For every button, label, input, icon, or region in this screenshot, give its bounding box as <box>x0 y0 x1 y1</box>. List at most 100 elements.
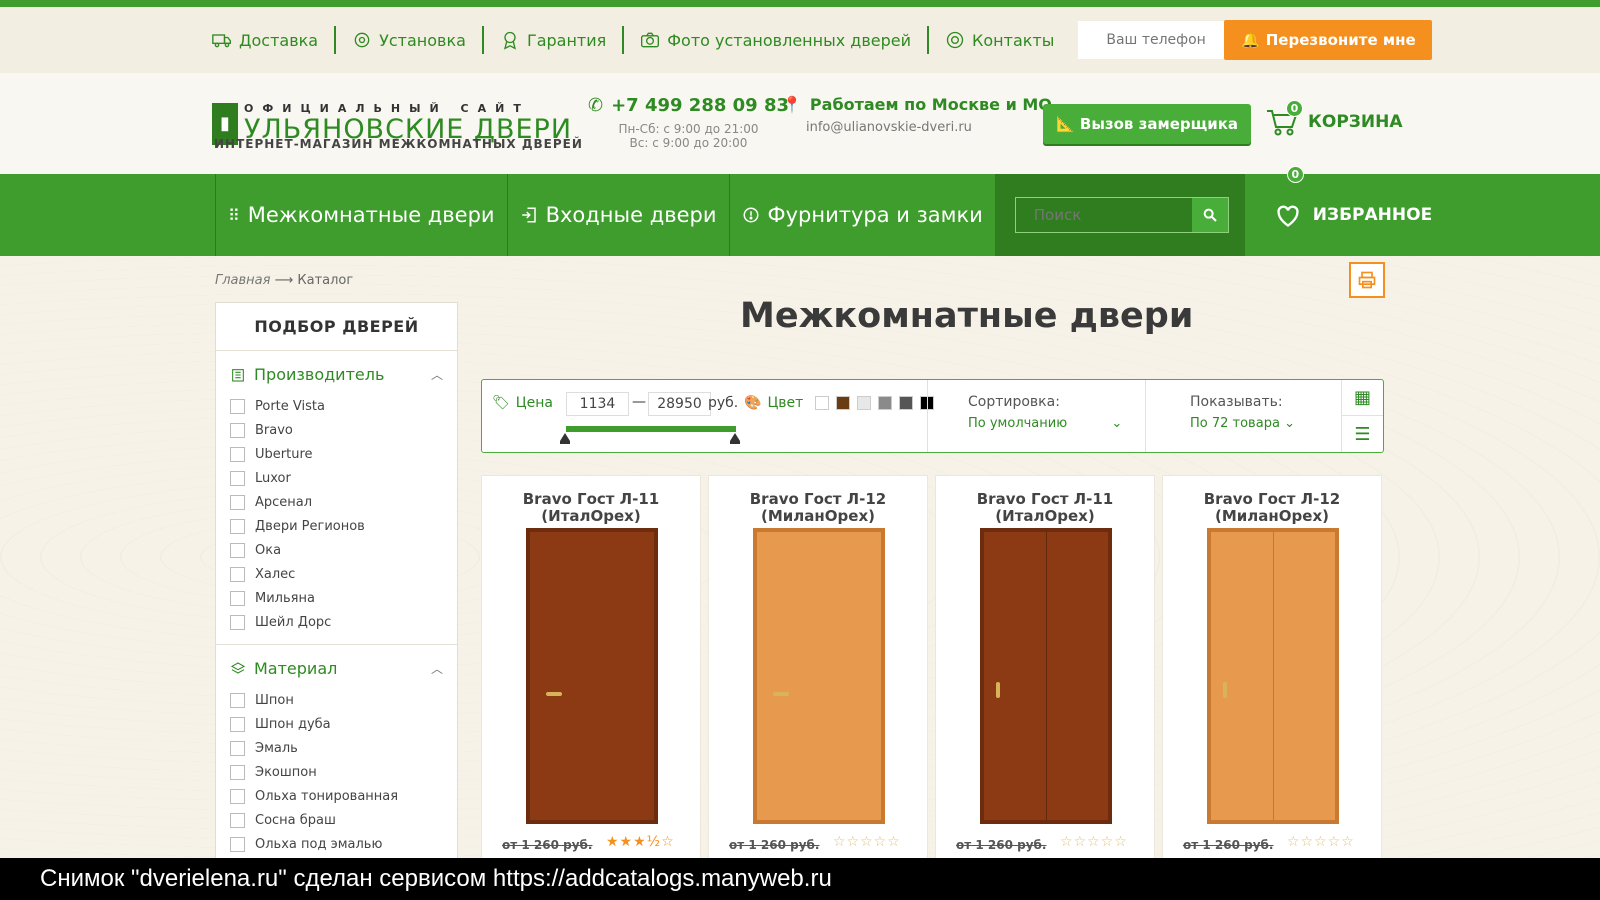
email-link[interactable]: info@ulianovskie-dveri.ru <box>806 120 1052 135</box>
filter-option[interactable]: Ока <box>216 538 457 562</box>
product-card[interactable]: Bravo Гост Л-11 (ИталОрех) от 1 260 руб. … <box>935 475 1155 865</box>
product-image[interactable] <box>526 528 658 824</box>
top-bar: Доставка Установка Гарантия Фото установ… <box>0 7 1600 73</box>
price-max-input[interactable]: 28950 <box>648 392 711 416</box>
color-swatch-brown[interactable] <box>836 396 850 410</box>
filter-option[interactable]: Эмаль <box>216 736 457 760</box>
checkbox[interactable] <box>230 590 245 606</box>
product-rating[interactable]: ★★★½☆ <box>606 834 675 850</box>
filter-option[interactable]: Luxor <box>216 466 457 490</box>
filter-option[interactable]: Арсенал <box>216 490 457 514</box>
callback-button[interactable]: 🔔 Перезвоните мне <box>1224 20 1433 60</box>
nav-interior-doors[interactable]: ⠿ Межкомнатные двери <box>215 174 507 256</box>
checkbox[interactable] <box>230 470 245 486</box>
show-value: По 72 товара <box>1190 416 1280 431</box>
price-slider-track[interactable] <box>566 426 736 432</box>
topnav-photos[interactable]: Фото установленных дверей <box>624 26 930 54</box>
filter-sidebar: ПОДБОР ДВЕРЕЙ Производитель ︿ Porte Vist… <box>215 302 458 862</box>
filter-option[interactable]: Экошпон <box>216 760 457 784</box>
color-swatch-dark-gray[interactable] <box>899 396 913 410</box>
option-label: Арсенал <box>255 494 313 510</box>
color-swatch-gray[interactable] <box>878 396 892 410</box>
search-button[interactable] <box>1191 198 1228 232</box>
filter-option[interactable]: Шпон дуба <box>216 712 457 736</box>
checkbox[interactable] <box>230 494 245 510</box>
topnav-installation[interactable]: Установка <box>336 26 484 54</box>
product-card[interactable]: Bravo Гост Л-12 (МиланОрех) от 1 260 руб.… <box>1162 475 1382 865</box>
hours-weekdays: Пн-Сб: с 9:00 до 21:00 <box>618 122 759 136</box>
favorites-link[interactable]: 0 ИЗБРАННОЕ <box>1273 166 1432 256</box>
nav-hardware[interactable]: Фурнитура и замки <box>728 174 995 256</box>
print-button[interactable] <box>1349 262 1385 298</box>
product-image[interactable] <box>980 528 1112 824</box>
color-swatch-light-gray[interactable] <box>857 396 871 410</box>
product-image[interactable] <box>1207 528 1339 824</box>
option-label: Мильяна <box>255 590 315 606</box>
nav-label: Межкомнатные двери <box>247 203 495 227</box>
color-label: Цвет <box>767 395 804 411</box>
topnav-warranty[interactable]: Гарантия <box>484 26 625 54</box>
checkbox[interactable] <box>230 446 245 462</box>
product-image[interactable] <box>753 528 885 824</box>
building-icon <box>232 368 244 382</box>
filter-option[interactable]: Porte Vista <box>216 394 457 418</box>
breadcrumb-home[interactable]: Главная <box>215 273 270 288</box>
product-card[interactable]: Bravo Гост Л-11 (ИталОрех) от 1 260 руб. … <box>481 475 701 865</box>
filter-option[interactable]: Ольха тонированная <box>216 784 457 808</box>
search-input[interactable] <box>1015 198 1192 232</box>
product-variant: (ИталОрех) <box>541 507 641 525</box>
price-min-input[interactable]: 1134 <box>566 392 629 416</box>
list-view-icon[interactable]: ☰ <box>1342 416 1383 452</box>
filter-option[interactable]: Мильяна <box>216 586 457 610</box>
hours-sunday: Вс: с 9:00 до 20:00 <box>629 136 748 150</box>
call-measurer-button[interactable]: 📐 Вызов замерщика <box>1043 104 1251 144</box>
per-page-dropdown[interactable]: Показывать: По 72 товара ⌄ <box>1145 380 1341 452</box>
checkbox[interactable] <box>230 836 245 852</box>
price-slider-max-handle[interactable] <box>730 433 740 444</box>
checkbox[interactable] <box>230 566 245 582</box>
filter-option[interactable]: Сосна браш <box>216 808 457 832</box>
filter-option[interactable]: Ольха под эмалью <box>216 832 457 856</box>
filter-option[interactable]: Шпон <box>216 688 457 712</box>
product-variant: (МиланОрех) <box>1215 507 1329 525</box>
checkbox[interactable] <box>230 518 245 534</box>
checkbox[interactable] <box>230 764 245 780</box>
sort-dropdown[interactable]: Сортировка: По умолчанию ⌄ <box>927 380 1145 452</box>
heart-icon <box>1277 205 1299 227</box>
checkbox[interactable] <box>230 398 245 414</box>
checkbox[interactable] <box>230 614 245 630</box>
option-label: Сосна браш <box>255 812 336 828</box>
topnav-contacts[interactable]: Контакты <box>929 26 1070 54</box>
product-rating[interactable]: ☆☆☆☆☆ <box>833 834 901 850</box>
checkbox[interactable] <box>230 788 245 804</box>
grid-view-icon[interactable]: ▦ <box>1342 380 1383 416</box>
checkbox[interactable] <box>230 812 245 828</box>
filter-option[interactable]: Uberture <box>216 442 457 466</box>
product-card[interactable]: Bravo Гост Л-12 (МиланОрех) от 1 260 руб.… <box>708 475 928 865</box>
checkbox[interactable] <box>230 542 245 558</box>
checkbox[interactable] <box>230 716 245 732</box>
filter-option[interactable]: Халес <box>216 562 457 586</box>
phone-number[interactable]: ✆ +7 499 288 09 83 <box>588 95 789 116</box>
cart-link[interactable]: 0 КОРЗИНА <box>1266 100 1403 136</box>
checkbox[interactable] <box>230 740 245 756</box>
filter-option[interactable]: Bravo <box>216 418 457 442</box>
chevron-up-icon[interactable]: ︿ <box>431 366 443 383</box>
nav-entrance-doors[interactable]: Входные двери <box>506 174 729 256</box>
color-swatch-white[interactable] <box>815 396 829 410</box>
product-variant: (ИталОрех) <box>995 507 1095 525</box>
filter-option[interactable]: Двери Регионов <box>216 514 457 538</box>
door-enter-icon <box>521 207 536 223</box>
phone-input[interactable] <box>1078 21 1225 59</box>
filter-section-manufacturer[interactable]: Производитель ︿ <box>216 351 457 394</box>
checkbox[interactable] <box>230 422 245 438</box>
topnav-delivery[interactable]: Доставка <box>212 26 337 54</box>
filter-section-material[interactable]: Материал ︿ <box>216 645 457 688</box>
option-label: Ольха тонированная <box>255 788 399 804</box>
product-rating[interactable]: ☆☆☆☆☆ <box>1287 834 1355 850</box>
chevron-up-icon[interactable]: ︿ <box>431 660 443 677</box>
product-rating[interactable]: ☆☆☆☆☆ <box>1060 834 1128 850</box>
filter-option[interactable]: Шейл Дорс <box>216 610 457 634</box>
price-slider-min-handle[interactable] <box>560 433 570 444</box>
checkbox[interactable] <box>230 692 245 708</box>
